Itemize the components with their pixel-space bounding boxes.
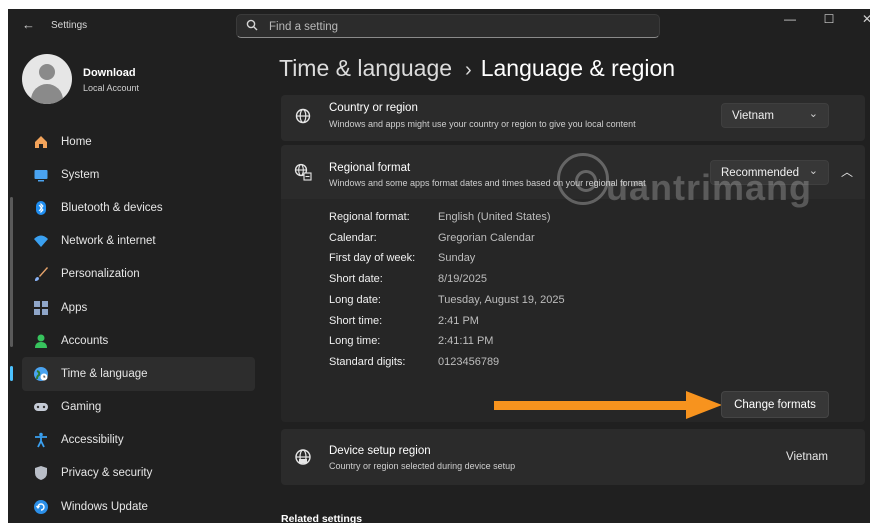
sidebar-item-privacy-security[interactable]: Privacy & security bbox=[22, 457, 255, 490]
user-account-type: Local Account bbox=[83, 83, 140, 93]
format-row-value: 2:41 PM bbox=[438, 314, 479, 327]
sidebar-item-label: Accessibility bbox=[61, 434, 124, 447]
format-row-label: Short date: bbox=[329, 273, 383, 286]
sidebar-scrollbar[interactable] bbox=[10, 197, 13, 347]
format-row-label: First day of week: bbox=[329, 252, 416, 265]
wifi-icon bbox=[32, 232, 50, 250]
format-row-value: Sunday bbox=[438, 252, 476, 265]
page-title: Language & region bbox=[480, 55, 676, 81]
sidebar-item-label: Windows Update bbox=[61, 500, 148, 513]
format-row-value: 0123456789 bbox=[438, 355, 500, 368]
format-row-label: Regional format: bbox=[329, 211, 410, 223]
sidebar-item-label: Personalization bbox=[61, 268, 140, 281]
breadcrumb: Time & language › Language & region bbox=[279, 55, 675, 82]
format-row-value: 8/19/2025 bbox=[438, 273, 487, 286]
home-icon bbox=[32, 133, 50, 151]
regional-format-icon bbox=[293, 162, 313, 182]
format-row-label: Standard digits: bbox=[329, 355, 406, 368]
country-region-title: Country or region bbox=[329, 102, 418, 114]
bluetooth-icon bbox=[32, 199, 50, 217]
sidebar-item-label: Accounts bbox=[61, 334, 109, 347]
format-row-value: 2:41:11 PM bbox=[438, 335, 494, 348]
format-row-value: English (United States) bbox=[438, 211, 551, 223]
accounts-icon bbox=[32, 332, 50, 350]
regional-format-title: Regional format bbox=[329, 162, 411, 174]
collapse-chevron-up-icon[interactable]: ︿ bbox=[841, 163, 853, 180]
back-button[interactable]: ← bbox=[22, 17, 35, 32]
format-row-label: Calendar: bbox=[329, 231, 377, 244]
annotation-arrow bbox=[494, 391, 722, 419]
app-title: Settings bbox=[51, 20, 88, 31]
watermark-text: uantrimang bbox=[606, 167, 813, 208]
apps-icon bbox=[32, 299, 50, 317]
active-indicator bbox=[10, 366, 13, 382]
device-setup-region-title: Device setup region bbox=[329, 445, 431, 457]
format-row-label: Short time: bbox=[329, 314, 383, 327]
globe-device-icon bbox=[293, 447, 313, 467]
search-icon bbox=[246, 19, 258, 34]
country-region-dropdown[interactable]: Vietnam ⌄ bbox=[721, 103, 829, 128]
sidebar-item-accounts[interactable]: Accounts bbox=[22, 324, 255, 357]
sidebar-nav: Home System Bluetooth & devices Network & i… bbox=[10, 125, 255, 523]
sidebar-item-label: Bluetooth & devices bbox=[61, 201, 163, 214]
gamepad-icon bbox=[32, 398, 50, 416]
device-setup-region-value: Vietnam bbox=[786, 451, 828, 463]
country-region-card: Country or region Windows and apps might… bbox=[281, 95, 865, 141]
breadcrumb-parent[interactable]: Time & language bbox=[279, 55, 452, 81]
breadcrumb-separator: › bbox=[465, 59, 472, 81]
sidebar-item-apps[interactable]: Apps bbox=[22, 291, 255, 324]
title-bar: ← Settings — ☐ ✕ bbox=[8, 9, 870, 43]
sidebar-item-gaming[interactable]: Gaming bbox=[22, 391, 255, 424]
format-row-value: Gregorian Calendar bbox=[438, 231, 535, 244]
brush-icon bbox=[32, 265, 50, 283]
format-row-label: Long date: bbox=[329, 293, 381, 306]
shield-icon bbox=[32, 464, 50, 482]
search-box[interactable] bbox=[236, 14, 660, 38]
close-button[interactable]: ✕ bbox=[852, 12, 870, 26]
sidebar-item-label: System bbox=[61, 168, 100, 181]
sidebar-item-label: Home bbox=[61, 135, 92, 148]
sidebar-item-label: Network & internet bbox=[61, 235, 156, 248]
watermark-logo bbox=[557, 153, 609, 205]
related-settings-heading: Related settings bbox=[281, 513, 363, 523]
sidebar-item-time-language[interactable]: Time & language bbox=[10, 357, 255, 391]
sidebar-item-personalization[interactable]: Personalization bbox=[22, 258, 255, 291]
format-row-value: Tuesday, August 19, 2025 bbox=[438, 293, 565, 306]
sidebar-item-label: Gaming bbox=[61, 401, 102, 414]
avatar-body-shape bbox=[31, 84, 63, 104]
sidebar-item-system[interactable]: System bbox=[22, 158, 255, 191]
avatar[interactable] bbox=[22, 54, 72, 104]
sidebar-item-windows-update[interactable]: Windows Update bbox=[22, 490, 255, 523]
device-setup-region-card: Device setup region Country or region se… bbox=[281, 429, 865, 485]
minimize-button[interactable]: — bbox=[775, 12, 805, 26]
accessibility-icon bbox=[32, 431, 50, 449]
chevron-down-icon: ⌄ bbox=[808, 108, 818, 120]
search-input[interactable] bbox=[267, 18, 651, 36]
country-region-value: Vietnam bbox=[732, 109, 774, 122]
country-region-subtitle: Windows and apps might use your country … bbox=[329, 119, 636, 129]
update-icon bbox=[32, 498, 50, 516]
user-name: Download bbox=[83, 67, 136, 79]
format-row-label: Long time: bbox=[329, 335, 381, 348]
sidebar-item-accessibility[interactable]: Accessibility bbox=[22, 424, 255, 457]
sidebar-item-bluetooth-devices[interactable]: Bluetooth & devices bbox=[22, 191, 255, 224]
sidebar-item-network-internet[interactable]: Network & internet bbox=[22, 225, 255, 258]
sidebar-item-home[interactable]: Home bbox=[22, 125, 255, 158]
sidebar-item-label: Time & language bbox=[61, 367, 148, 380]
sidebar-item-label: Privacy & security bbox=[61, 467, 153, 480]
system-icon bbox=[32, 166, 50, 184]
change-formats-button[interactable]: Change formats bbox=[721, 391, 829, 418]
sidebar-item-label: Apps bbox=[61, 301, 88, 314]
globe-clock-icon bbox=[32, 365, 50, 383]
device-setup-region-subtitle: Country or region selected during device… bbox=[329, 461, 516, 471]
settings-window: ← Settings — ☐ ✕ Download Local Account … bbox=[8, 9, 870, 523]
globe-icon bbox=[293, 106, 313, 126]
avatar-head-shape bbox=[39, 64, 55, 80]
maximize-button[interactable]: ☐ bbox=[814, 12, 844, 26]
watermark-logo-dot bbox=[575, 170, 597, 192]
